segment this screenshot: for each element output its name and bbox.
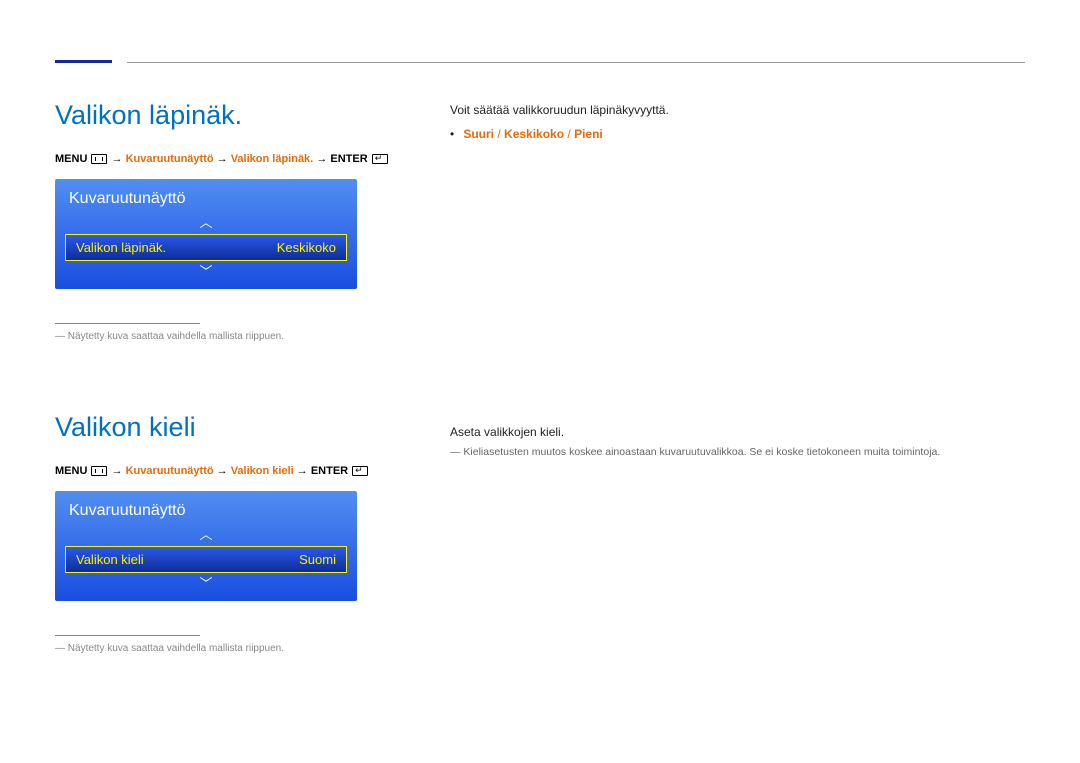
- desc-line1: Aseta valikkojen kieli.: [450, 422, 1020, 442]
- menu-path-2: MENU → Kuvaruutunäyttö → Valikon kieli →…: [55, 465, 1025, 477]
- osd-row-label: Valikon kieli: [76, 552, 144, 567]
- bullet-icon: •: [450, 124, 460, 144]
- footnote-rule-2: [55, 635, 200, 636]
- path-mid1: Kuvaruutunäyttö: [126, 153, 214, 165]
- enter-label: ENTER: [330, 153, 367, 165]
- footnote-2: Näytetty kuva saattaa vaihdella mallista…: [55, 643, 1025, 654]
- arrow-sep: →: [316, 153, 330, 165]
- menu-prefix: MENU: [55, 153, 87, 165]
- chevron-up-icon[interactable]: ︿: [55, 526, 357, 544]
- options-list: • Suuri / Keskikoko / Pieni: [450, 124, 1015, 144]
- enter-label: ENTER: [311, 465, 348, 477]
- path-mid1: Kuvaruutunäyttö: [126, 465, 214, 477]
- arrow-sep: →: [112, 153, 126, 165]
- osd-row-value: Keskikoko: [277, 240, 336, 255]
- footnote-1: Näytetty kuva saattaa vaihdella mallista…: [55, 331, 1025, 342]
- menu-icon: [91, 466, 107, 476]
- osd-row-value: Suomi: [299, 552, 336, 567]
- opt1: Suuri: [463, 127, 494, 141]
- menu-path-1: MENU → Kuvaruutunäyttö → Valikon läpinäk…: [55, 153, 1025, 165]
- menu-prefix: MENU: [55, 465, 87, 477]
- opt3: Pieni: [574, 127, 603, 141]
- footnote-rule-1: [55, 323, 200, 324]
- menu-icon: [91, 154, 107, 164]
- osd-panel-1: Kuvaruutunäyttö ︿ Valikon läpinäk. Keski…: [55, 179, 357, 289]
- arrow-sep: →: [297, 465, 311, 477]
- osd-title-2: Kuvaruutunäyttö: [55, 491, 357, 526]
- chevron-up-icon[interactable]: ︿: [55, 214, 357, 232]
- osd-panel-2: Kuvaruutunäyttö ︿ Valikon kieli Suomi ﹀: [55, 491, 357, 601]
- opt2: Keskikoko: [504, 127, 564, 141]
- arrow-sep: →: [112, 465, 126, 477]
- enter-icon: [352, 466, 368, 476]
- osd-row-label: Valikon läpinäk.: [76, 240, 166, 255]
- description-language: Aseta valikkojen kieli. Kieliasetusten m…: [450, 422, 1020, 462]
- desc-line1: Voit säätää valikkoruudun läpinäkyvyyttä…: [450, 100, 1015, 120]
- osd-title-1: Kuvaruutunäyttö: [55, 179, 357, 214]
- osd-selected-row-2[interactable]: Valikon kieli Suomi: [65, 546, 347, 573]
- osd-selected-row-1[interactable]: Valikon läpinäk. Keskikoko: [65, 234, 347, 261]
- path-mid2: Valikon läpinäk.: [231, 153, 314, 165]
- arrow-sep: →: [217, 153, 231, 165]
- arrow-sep: →: [217, 465, 231, 477]
- path-mid2: Valikon kieli: [231, 465, 294, 477]
- desc-note: Kieliasetusten muutos koskee ainoastaan …: [450, 444, 1020, 462]
- chevron-down-icon[interactable]: ﹀: [55, 575, 357, 601]
- chevron-down-icon[interactable]: ﹀: [55, 263, 357, 289]
- enter-icon: [372, 154, 388, 164]
- header-accent: [55, 60, 112, 63]
- header-rule: [127, 62, 1025, 63]
- description-transparency: Voit säätää valikkoruudun läpinäkyvyyttä…: [450, 100, 1015, 145]
